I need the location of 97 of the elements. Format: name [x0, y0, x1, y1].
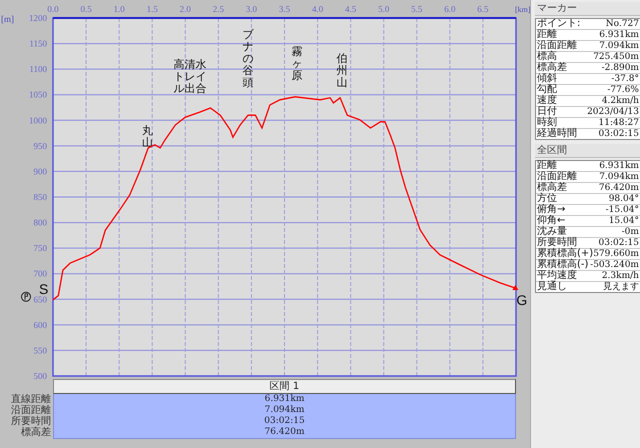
y-tick-label: 850 — [34, 192, 47, 202]
x-tick-label: 5.0 — [378, 4, 390, 14]
x-tick-label: 2.0 — [180, 4, 191, 14]
summary-value: 03:02:15 — [264, 416, 305, 427]
property-label: 方位 — [537, 194, 557, 204]
peak-label: 高清水トレイル出合 — [173, 58, 206, 95]
x-tick-label: 5.5 — [411, 4, 422, 14]
property-value: 6.931km — [599, 161, 639, 171]
y-axis-unit: [m] — [1, 14, 14, 24]
property-value: 579.660m — [593, 249, 639, 259]
property-label: 標高差 — [537, 63, 567, 73]
property-value: 725.450m — [593, 52, 639, 62]
x-tick-label: 4.5 — [345, 4, 356, 14]
peak-label: 丸山 — [142, 124, 154, 149]
property-label: 速度 — [537, 96, 557, 106]
y-tick-label: 1050 — [29, 90, 47, 100]
x-tick-label: 3.0 — [246, 4, 258, 14]
property-label: 時刻 — [537, 118, 557, 128]
x-tick-label: 0.5 — [80, 4, 92, 14]
property-value: 4.2km/h — [602, 96, 639, 106]
y-tick-label: 500 — [34, 371, 47, 381]
y-tick-label: 950 — [34, 140, 47, 151]
property-label: 俯角→ — [537, 205, 566, 215]
property-value: -15.04° — [606, 205, 639, 215]
property-value: 6.931km — [599, 30, 639, 40]
property-value: -503.240m — [590, 260, 639, 270]
row-label: 直線距離 — [11, 394, 51, 405]
property-label: 所要時間 — [537, 238, 577, 248]
summary-value: 76.420m — [264, 427, 305, 438]
property-label: 沈み量 — [537, 227, 567, 237]
row-label: 所要時間 — [11, 416, 51, 427]
y-tick-label: 1150 — [29, 38, 47, 49]
property-value: -0m — [622, 227, 639, 237]
property-value: -37.8° — [611, 74, 639, 84]
property-value: 7.094km — [599, 41, 639, 51]
y-tick-label: 650 — [34, 294, 47, 304]
start-marker-icon — [21, 292, 31, 302]
property-value: 11:48:27 — [598, 118, 639, 128]
property-value: No.727 — [606, 19, 639, 29]
property-value: 03:02:15 — [598, 129, 639, 139]
property-label: 標高差 — [537, 183, 567, 193]
x-tick-label: 6.5 — [477, 4, 489, 14]
y-tick-label: 1200 — [29, 13, 47, 23]
peak-label: ブナの谷頭 — [242, 28, 254, 89]
property-value: 7.094km — [599, 172, 639, 182]
row-label: 沿面距離 — [11, 405, 51, 416]
marker-panel-header: マーカー — [535, 2, 640, 16]
y-tick-label: 600 — [34, 320, 47, 330]
property-label: 累積標高(+) — [537, 249, 594, 259]
property-value: 2.3km/h — [602, 271, 639, 281]
property-label: 平均速度 — [537, 271, 577, 281]
property-value: 76.420m — [598, 183, 639, 193]
property-label: 傾斜 — [537, 74, 557, 84]
property-value: 98.04° — [608, 194, 639, 204]
goal-label: G — [516, 292, 528, 308]
x-tick-label: 1.0 — [114, 4, 125, 14]
y-tick-label: 700 — [34, 268, 47, 279]
y-tick-label: 1100 — [29, 64, 47, 74]
summary-value: 6.931km — [264, 394, 304, 405]
y-tick-label: 550 — [34, 345, 47, 356]
property-value: -2.890m — [602, 63, 639, 73]
property-label: 経過時間 — [537, 129, 577, 139]
x-tick-label: 4.0 — [312, 4, 324, 14]
peak-label: 霧ヶ原 — [292, 45, 303, 82]
y-tick-label: 750 — [34, 243, 47, 254]
x-axis-unit: [km] — [515, 5, 530, 14]
x-tick-label: 3.5 — [278, 4, 290, 14]
overall-panel-header: 全区間 — [535, 144, 640, 158]
section-header: 区間 1 — [53, 379, 516, 394]
summary-value: 7.094km — [264, 405, 304, 416]
property-label: 距離 — [537, 30, 557, 40]
property-value: -77.6% — [607, 85, 639, 95]
property-label: 距離 — [537, 161, 557, 171]
property-label: 勾配 — [537, 85, 557, 95]
property-value: 15.04° — [608, 216, 639, 226]
property-label: 沿面距離 — [537, 172, 577, 182]
property-value: 03:02:15 — [598, 238, 639, 248]
x-tick-label: 1.5 — [146, 4, 158, 14]
property-value: 見えます — [602, 282, 639, 292]
property-value: 2023/04/13 — [587, 107, 639, 117]
y-tick-label: 900 — [34, 166, 47, 176]
property-label: 沿面距離 — [537, 41, 577, 51]
y-tick-label: 800 — [34, 218, 47, 228]
row-label: 標高差 — [21, 427, 51, 438]
y-tick-label: 1000 — [29, 115, 47, 126]
x-tick-label: 2.5 — [212, 4, 224, 14]
x-tick-label: 6.0 — [444, 4, 456, 14]
property-label: 累積標高(-) — [537, 260, 588, 270]
property-label: ポイント: — [537, 19, 580, 29]
property-label: 標高 — [537, 52, 557, 62]
x-tick-label: 0.0 — [47, 4, 59, 14]
start-label: S — [39, 280, 48, 297]
peak-label: 伯州山 — [336, 52, 348, 89]
property-label: 仰角← — [537, 216, 566, 226]
property-label: 日付 — [537, 107, 557, 117]
property-label: 見通し — [537, 282, 567, 292]
end-marker-icon — [512, 285, 518, 290]
